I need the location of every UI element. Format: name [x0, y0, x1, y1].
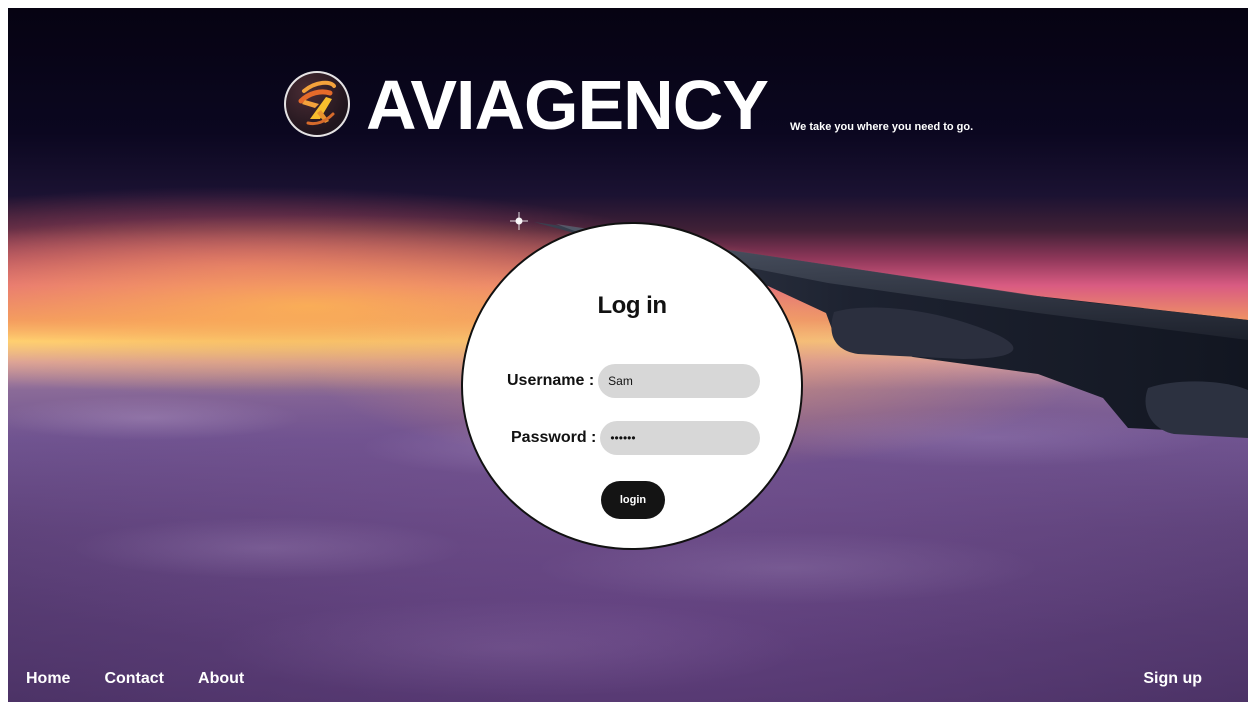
signup-link[interactable]: Sign up: [1143, 670, 1202, 688]
login-button[interactable]: login: [601, 481, 665, 519]
brand-header: AVIAGENCY We take you where you need to …: [284, 66, 1034, 151]
contact-link[interactable]: Contact: [104, 670, 164, 688]
brand-tagline: We take you where you need to go.: [790, 121, 974, 133]
footer-navigation: Home Contact About: [26, 670, 244, 688]
password-row: Password :: [511, 421, 761, 455]
username-label: Username :: [507, 372, 595, 389]
page-frame: AVIAGENCY We take you where you need to …: [8, 8, 1248, 702]
home-link[interactable]: Home: [26, 670, 70, 688]
plane-logo-icon: [284, 71, 350, 137]
about-link[interactable]: About: [198, 670, 244, 688]
password-input[interactable]: [600, 421, 761, 455]
username-input[interactable]: [598, 364, 761, 398]
login-panel: Log in Username : Password : login: [461, 222, 803, 550]
brand-name: AVIAGENCY: [366, 66, 769, 144]
password-label: Password :: [511, 429, 597, 446]
username-row: Username :: [507, 364, 761, 398]
login-title: Log in: [597, 292, 667, 319]
